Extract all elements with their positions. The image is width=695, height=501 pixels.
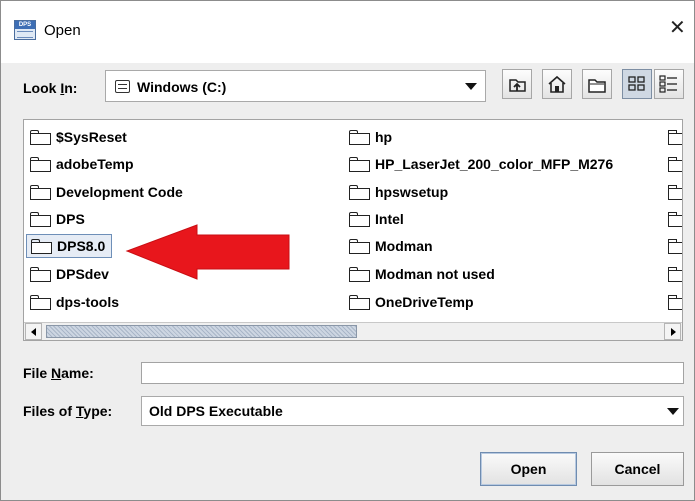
folder-name: DPSdev xyxy=(56,266,109,282)
folder-icon[interactable] xyxy=(668,212,682,227)
list-view-button[interactable] xyxy=(622,69,652,99)
folder-item-selected[interactable]: DPS8.0 xyxy=(26,234,113,258)
file-name-label: File Name: xyxy=(23,365,94,381)
folder-icon xyxy=(30,294,51,310)
window-title: Open xyxy=(44,22,81,39)
folder-name: Modman xyxy=(375,238,433,254)
folder-up-icon xyxy=(509,79,526,92)
scroll-right-button[interactable] xyxy=(664,323,681,340)
look-in-label: Look In: xyxy=(23,80,77,96)
folder-item[interactable]: dps-tools xyxy=(26,290,125,314)
files-of-type-value: Old DPS Executable xyxy=(149,403,283,419)
open-dialog: DPS Open ✕ Look In: Windows (C:) $SysRes… xyxy=(0,0,695,501)
look-in-value: Windows (C:) xyxy=(137,79,227,95)
folder-name: hpswsetup xyxy=(375,184,449,200)
file-name-input[interactable] xyxy=(141,362,684,384)
scroll-left-button[interactable] xyxy=(25,323,42,340)
new-folder-button[interactable] xyxy=(582,69,612,99)
details-view-button[interactable] xyxy=(654,69,684,99)
folder-icon[interactable] xyxy=(668,239,682,254)
app-icon-label: DPS xyxy=(15,21,35,29)
folder-icon xyxy=(30,266,51,282)
folder-icon[interactable] xyxy=(668,130,682,145)
folder-name: Intel xyxy=(375,211,404,227)
horizontal-scrollbar[interactable] xyxy=(24,322,682,340)
folder-icon[interactable] xyxy=(668,185,682,200)
app-icon: DPS xyxy=(14,20,36,40)
details-view-icon xyxy=(659,75,677,93)
folder-icon xyxy=(349,266,370,282)
folder-item[interactable]: DPSdev xyxy=(26,262,115,286)
folder-icon xyxy=(30,184,51,200)
file-list[interactable]: $SysReset adobeTemp Development Code DPS… xyxy=(23,119,683,341)
folder-item[interactable]: hpswsetup xyxy=(345,180,454,204)
cancel-button[interactable]: Cancel xyxy=(591,452,684,486)
folder-icon[interactable] xyxy=(668,157,682,172)
folder-icon xyxy=(30,211,51,227)
look-in-dropdown[interactable]: Windows (C:) xyxy=(105,70,486,102)
title-bar: DPS Open ✕ xyxy=(1,1,694,63)
folder-icon xyxy=(30,129,51,145)
folder-name: Modman not used xyxy=(375,266,495,282)
folder-icon[interactable] xyxy=(668,267,682,282)
home-icon xyxy=(548,75,566,93)
home-button[interactable] xyxy=(542,69,572,99)
chevron-down-icon xyxy=(667,408,679,415)
folder-name: DPS8.0 xyxy=(57,238,106,254)
chevron-down-icon xyxy=(465,83,477,90)
folder-item[interactable]: Intel xyxy=(345,207,410,231)
folder-icon xyxy=(349,294,370,310)
folder-item[interactable]: DPS xyxy=(26,207,91,231)
open-button[interactable]: Open xyxy=(480,452,577,486)
folder-name: hp xyxy=(375,129,393,145)
folder-name: OneDriveTemp xyxy=(375,294,474,310)
list-view-icon xyxy=(628,76,645,91)
folder-item[interactable]: Modman xyxy=(345,234,439,258)
folder-name: HP_LaserJet_200_color_MFP_M276 xyxy=(375,156,614,172)
up-one-level-button[interactable] xyxy=(502,69,532,99)
red-arrow-annotation xyxy=(125,224,290,280)
folder-icon xyxy=(349,184,370,200)
folder-name: adobeTemp xyxy=(56,156,134,172)
folder-item[interactable]: adobeTemp xyxy=(26,152,140,176)
files-of-type-dropdown[interactable]: Old DPS Executable xyxy=(141,396,684,426)
folder-name: dps-tools xyxy=(56,294,119,310)
folder-item[interactable]: HP_LaserJet_200_color_MFP_M276 xyxy=(345,152,619,176)
folder-icon xyxy=(349,156,370,172)
new-folder-icon xyxy=(588,79,606,93)
folder-icon xyxy=(349,211,370,227)
folder-item[interactable]: OneDriveTemp xyxy=(345,290,480,314)
folder-icon xyxy=(31,238,52,254)
folder-icon[interactable] xyxy=(668,295,682,310)
close-icon[interactable]: ✕ xyxy=(669,17,686,39)
files-of-type-label: Files of Type: xyxy=(23,403,113,419)
folder-item[interactable]: $SysReset xyxy=(26,125,133,149)
folder-item[interactable]: hp xyxy=(345,125,398,149)
drive-icon xyxy=(115,80,130,93)
folder-icon xyxy=(30,156,51,172)
scroll-thumb[interactable] xyxy=(46,325,357,338)
look-in-label-text: Look In: xyxy=(23,80,78,96)
folder-name: Development Code xyxy=(56,184,183,200)
folder-item[interactable]: Modman not used xyxy=(345,262,501,286)
folder-icon xyxy=(349,238,370,254)
folder-item[interactable]: Development Code xyxy=(26,180,189,204)
folder-name: DPS xyxy=(56,211,85,227)
folder-name: $SysReset xyxy=(56,129,127,145)
folder-icon xyxy=(349,129,370,145)
